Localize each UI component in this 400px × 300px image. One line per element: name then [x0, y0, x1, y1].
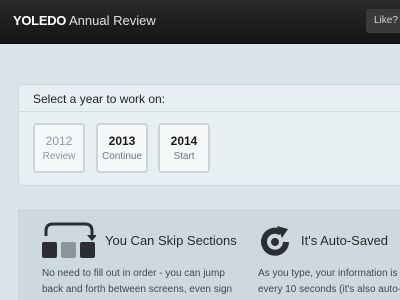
year-button-2013[interactable]: 2013 Continue: [96, 123, 148, 173]
year-action: Review: [42, 151, 76, 162]
feature-text-line: No need to fill out in order - you can j…: [42, 268, 225, 279]
year-action: Continue: [101, 151, 143, 162]
brand-product: Annual Review: [69, 13, 156, 28]
year-picker-prompt: Select a year to work on:: [33, 92, 166, 106]
refresh-icon: [261, 226, 289, 256]
year-action: Start: [173, 151, 195, 162]
year-label: 2012: [45, 134, 73, 148]
feature-text-autosave: As you type, your information is every 1…: [258, 266, 400, 298]
brand-name: YOLEDO: [13, 13, 67, 28]
year-label: 2014: [170, 134, 198, 148]
panel-divider: [19, 111, 400, 112]
top-bar: YOLEDO Annual Review Like? T: [0, 0, 400, 44]
feature-text-skip: No need to fill out in order - you can j…: [42, 266, 252, 298]
feature-title-skip: You Can Skip Sections: [105, 233, 237, 248]
year-button-2014[interactable]: 2014 Start: [158, 123, 210, 173]
like-button[interactable]: Like? T: [366, 9, 400, 33]
year-label: 2013: [108, 134, 136, 148]
skip-sections-icon: [42, 222, 96, 258]
feature-title-autosave: It's Auto-Saved: [301, 233, 389, 248]
feature-text-line: As you type, your information is: [258, 268, 398, 279]
feature-text-line: every 10 seconds (it's also auto-: [258, 284, 400, 295]
app-brand[interactable]: YOLEDO Annual Review: [13, 13, 156, 28]
year-button-2012[interactable]: 2012 Review: [33, 123, 85, 173]
feature-text-line: back and forth between screens, even sig…: [42, 284, 233, 295]
